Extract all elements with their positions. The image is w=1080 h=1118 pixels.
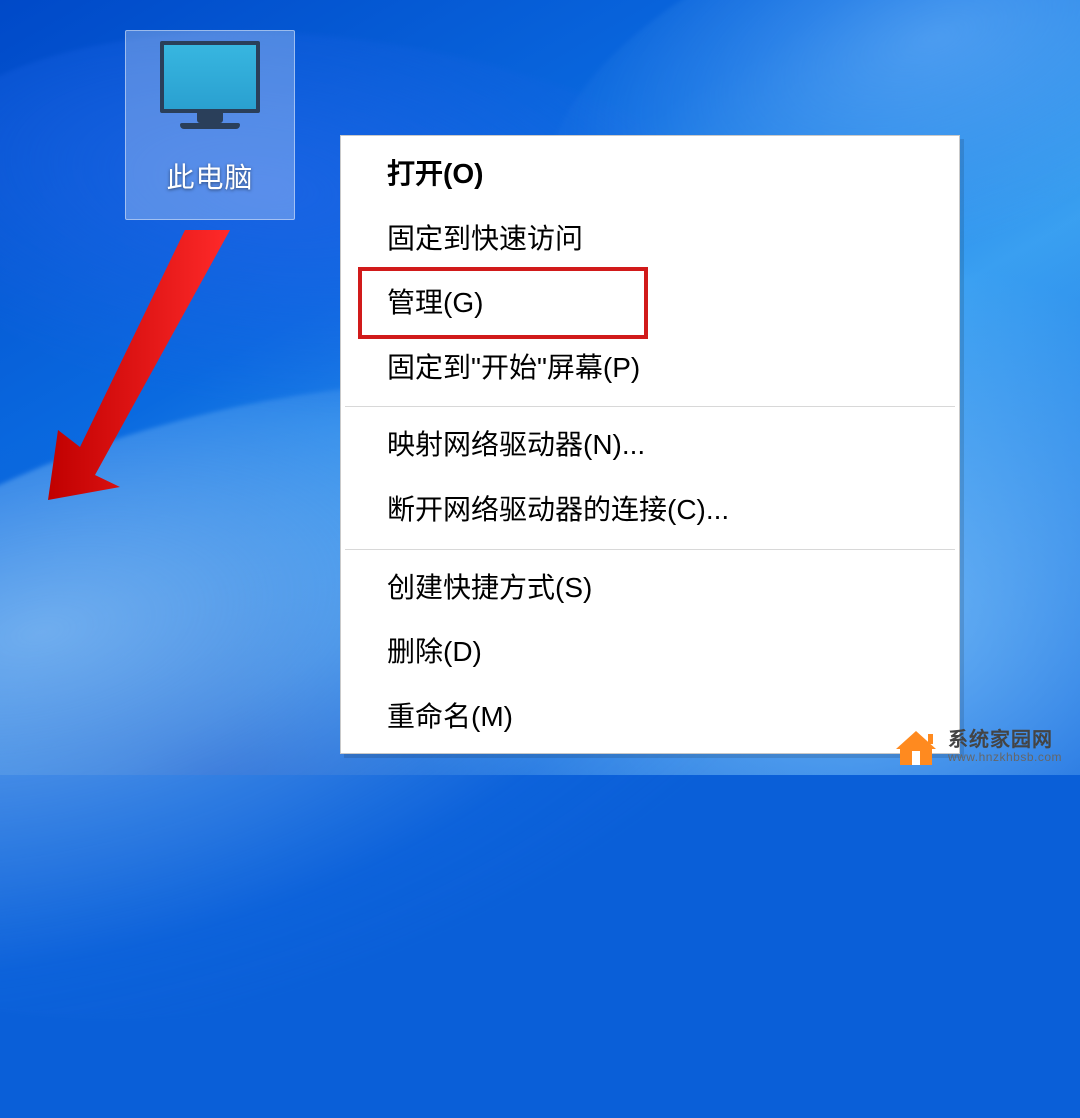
menu-item-create-shortcut[interactable]: 创建快捷方式(S) (341, 556, 959, 621)
watermark-url: www.hnzkhbsb.com (948, 751, 1062, 764)
menu-item-rename[interactable]: 重命名(M) (341, 685, 959, 750)
menu-item-disconnect-drive[interactable]: 断开网络驱动器的连接(C)... (341, 478, 959, 543)
menu-item-delete[interactable]: 删除(D) (341, 620, 959, 685)
menu-item-pin-quick-access[interactable]: 固定到快速访问 (341, 207, 959, 272)
menu-separator (345, 406, 955, 407)
house-icon (894, 727, 938, 767)
menu-item-manage[interactable]: 管理(G) (341, 271, 959, 336)
desktop-icon-this-pc[interactable]: 此电脑 (125, 30, 295, 220)
menu-item-open[interactable]: 打开(O) (341, 142, 959, 207)
watermark: 系统家园网 www.hnzkhbsb.com (894, 727, 1062, 767)
menu-item-pin-start[interactable]: 固定到"开始"屏幕(P) (341, 336, 959, 401)
menu-item-map-drive[interactable]: 映射网络驱动器(N)... (341, 413, 959, 478)
context-menu: 打开(O) 固定到快速访问 管理(G) 固定到"开始"屏幕(P) 映射网络驱动器… (340, 135, 960, 754)
menu-separator (345, 549, 955, 550)
this-pc-icon (160, 41, 260, 136)
watermark-title: 系统家园网 (948, 730, 1053, 751)
desktop-icon-label: 此电脑 (166, 156, 253, 196)
